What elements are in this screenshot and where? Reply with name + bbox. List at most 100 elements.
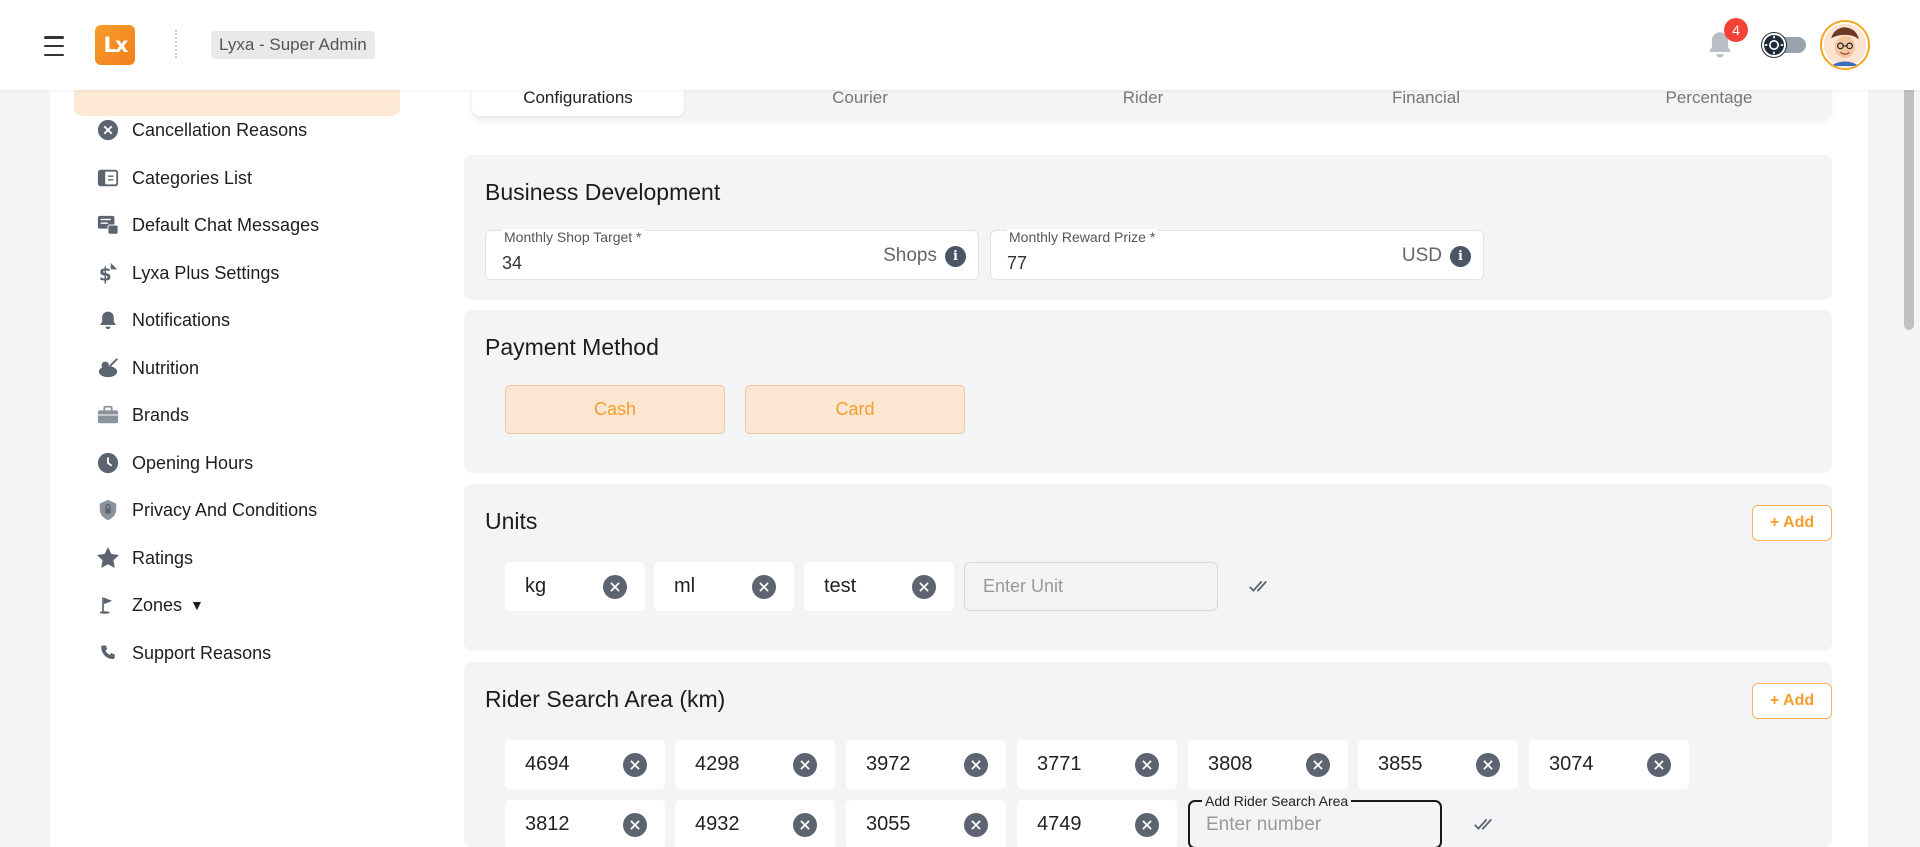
field-value[interactable]: 34 — [502, 253, 522, 274]
sidebar-item-privacy-and-conditions[interactable]: Privacy And Conditions — [96, 495, 317, 525]
sidebar-item-label: Ratings — [132, 547, 194, 568]
sidebar-item-label: Cancellation Reasons — [132, 119, 308, 140]
remove-chip-icon[interactable] — [964, 813, 988, 837]
bell-icon — [96, 308, 120, 332]
remove-chip-icon[interactable] — [623, 753, 647, 777]
chip-value: 3808 — [1208, 753, 1253, 775]
sidebar-item-notifications[interactable]: Notifications — [96, 305, 230, 335]
rider-area-chip: 3771 — [1017, 740, 1177, 789]
unit-label: Shops — [883, 245, 937, 266]
chat-messages-icon — [96, 213, 120, 237]
sidebar-item-label: Privacy And Conditions — [132, 499, 318, 520]
clock-icon — [96, 451, 120, 475]
chip-value: test — [824, 575, 857, 597]
chevron-down-icon[interactable]: ▼ — [190, 597, 204, 613]
chip-value: 3972 — [866, 753, 911, 775]
chip-value: 4298 — [695, 753, 740, 775]
categories-list-icon — [96, 166, 120, 190]
main-content: Configurations Courier Rider Financial P… — [424, 0, 1868, 847]
role-badge: Lyxa - Super Admin — [211, 31, 375, 59]
sidebar-item-lyxa-plus-settings[interactable]: $ Lyxa Plus Settings — [96, 258, 280, 288]
theme-toggle[interactable] — [1762, 33, 1806, 57]
rider-area-chip: 3808 — [1188, 740, 1348, 789]
rider-area-chip: 3074 — [1529, 740, 1689, 789]
sidebar-item-default-chat-messages[interactable]: Default Chat Messages — [96, 210, 319, 240]
info-icon[interactable]: i — [945, 245, 966, 267]
sidebar-item-brands[interactable]: Brands — [96, 400, 189, 430]
sidebar-item-label: Opening Hours — [132, 452, 254, 473]
hamburger-menu-icon[interactable] — [44, 36, 64, 56]
remove-chip-icon[interactable] — [1135, 753, 1159, 777]
monthly-shop-target-field[interactable]: Monthly Shop Target * 34 Shops i — [485, 229, 979, 280]
business-development-card: Business Development Monthly Shop Target… — [464, 155, 1832, 300]
chip-value: ml — [674, 575, 696, 597]
remove-chip-icon[interactable] — [793, 813, 817, 837]
payment-cash-button[interactable]: Cash — [505, 385, 725, 434]
enter-unit-input[interactable] — [965, 563, 1217, 610]
remove-chip-icon[interactable] — [623, 813, 647, 837]
sidebar-item-nutrition[interactable]: Nutrition — [96, 353, 199, 383]
chip-value: 3074 — [1549, 753, 1594, 775]
sidebar-item-label: Notifications — [132, 309, 231, 330]
section-title: Business Development — [485, 179, 721, 205]
unit-chip: kg — [505, 562, 645, 611]
field-label: Monthly Reward Prize * — [1007, 229, 1158, 245]
chip-value: 4749 — [1037, 813, 1082, 835]
sidebar-item-cancellation-reasons[interactable]: Cancellation Reasons — [96, 115, 307, 145]
remove-chip-icon[interactable] — [1135, 813, 1159, 837]
vertical-divider — [175, 30, 178, 58]
rider-area-chip: 3812 — [505, 800, 665, 847]
sidebar-item-label: Support Reasons — [132, 642, 272, 663]
chip-value: 4694 — [525, 753, 570, 775]
sidebar-item-ratings[interactable]: Ratings — [96, 543, 193, 573]
field-value[interactable]: 77 — [1007, 253, 1027, 274]
remove-chip-icon[interactable] — [1647, 753, 1671, 777]
enter-unit-field[interactable] — [964, 562, 1218, 611]
sun-icon — [1762, 33, 1786, 57]
payment-card-button[interactable]: Card — [745, 385, 965, 434]
star-icon — [96, 546, 120, 570]
settings-tabs: Configurations Courier Rider Financial P… — [472, 80, 1832, 120]
confirm-check-icon[interactable] — [1472, 813, 1494, 835]
field-suffix: USD i — [1402, 245, 1471, 267]
unit-chip: ml — [654, 562, 794, 611]
rider-area-chip: 4932 — [675, 800, 835, 847]
add-rider-search-area-field[interactable]: Add Rider Search Area — [1188, 793, 1442, 847]
remove-chip-icon[interactable] — [912, 575, 936, 599]
confirm-check-icon[interactable] — [1247, 575, 1269, 597]
units-card: Units + Add kg ml test — [464, 484, 1832, 651]
rider-area-chip: 4694 — [505, 740, 665, 789]
add-unit-button[interactable]: + Add — [1752, 505, 1832, 541]
rider-search-area-card: Rider Search Area (km) + Add 4694 4298 3… — [464, 662, 1832, 847]
remove-chip-icon[interactable] — [1306, 753, 1330, 777]
sidebar-item-zones[interactable]: Zones ▼ — [96, 590, 204, 620]
field-label: Monthly Shop Target * — [502, 229, 644, 245]
remove-chip-icon[interactable] — [964, 753, 988, 777]
add-rider-search-area-button[interactable]: + Add — [1752, 683, 1832, 719]
shield-lock-icon — [96, 498, 120, 522]
rider-area-chip: 4749 — [1017, 800, 1177, 847]
phone-icon — [96, 641, 120, 665]
section-title: Units — [485, 508, 538, 534]
remove-chip-icon[interactable] — [793, 753, 817, 777]
page-scrollbar[interactable] — [1904, 70, 1914, 330]
remove-chip-icon[interactable] — [1476, 753, 1500, 777]
unit-chip: test — [804, 562, 954, 611]
chip-value: 3771 — [1037, 753, 1082, 775]
user-avatar[interactable] — [1820, 20, 1870, 70]
sidebar-item-opening-hours[interactable]: Opening Hours — [96, 448, 253, 478]
sidebar-item-categories-list[interactable]: Categories List — [96, 163, 252, 193]
sidebar-item-support-reasons[interactable]: Support Reasons — [96, 638, 271, 668]
info-icon[interactable]: i — [1450, 245, 1471, 267]
briefcase-icon — [96, 403, 120, 427]
chip-value: 3055 — [866, 813, 911, 835]
rider-area-chip: 3972 — [846, 740, 1006, 789]
monthly-reward-prize-field[interactable]: Monthly Reward Prize * 77 USD i — [990, 229, 1484, 280]
rider-area-chip: 3055 — [846, 800, 1006, 847]
chip-value: kg — [525, 575, 547, 597]
lyxa-logo[interactable]: Lx — [95, 25, 135, 65]
sidebar: Cancellation Reasons Categories List Def… — [50, 80, 424, 847]
chip-value: 4932 — [695, 813, 740, 835]
remove-chip-icon[interactable] — [752, 575, 776, 599]
remove-chip-icon[interactable] — [603, 575, 627, 599]
